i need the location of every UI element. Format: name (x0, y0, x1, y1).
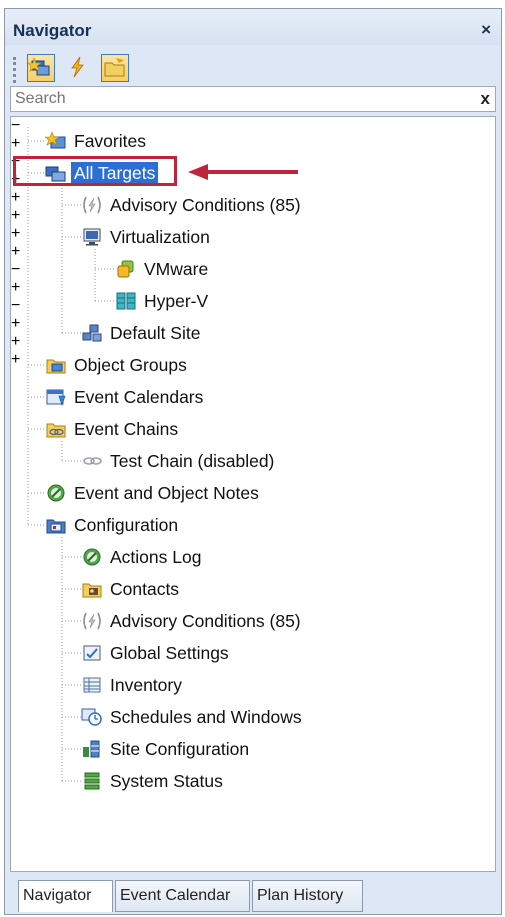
favorites-icon (45, 131, 66, 149)
tree-item-label: System Status (110, 770, 223, 791)
tree-item-site-configuration[interactable]: Site Configuration (81, 734, 252, 764)
tree-item-label: Contacts (110, 578, 180, 599)
red-arrow-icon (188, 164, 298, 180)
tree-item-vmware[interactable]: VMware (115, 254, 211, 284)
tab-event-calendar[interactable]: Event Calendar (115, 880, 250, 912)
notes-icon (47, 484, 65, 502)
tree-item-label: Advisory Conditions (85) (110, 194, 301, 215)
vmware-icon (117, 260, 134, 278)
tree-item-label: Site Configuration (110, 738, 250, 759)
targets-icon (27, 56, 50, 76)
folder-icon (104, 58, 125, 77)
global-settings-icon (83, 645, 101, 661)
tree-item-favorites[interactable]: Favorites (45, 126, 149, 156)
tree-item-test-chain[interactable]: Test Chain (disabled) (81, 446, 277, 476)
tree-item-label: Hyper-V (144, 290, 209, 311)
configuration-icon (46, 519, 66, 534)
tree-item-label: Virtualization (110, 226, 210, 247)
advisory-conditions-icon (83, 196, 101, 214)
tree-item-label: Schedules and Windows (110, 706, 302, 727)
tree-item-object-groups[interactable]: Object Groups (45, 350, 190, 380)
tree-item-label: Inventory (110, 674, 182, 695)
tree-item-contacts[interactable]: Contacts (81, 574, 182, 604)
tree-item-event-calendars[interactable]: Event Calendars (45, 382, 206, 412)
tree-item-label: Default Site (110, 322, 201, 343)
tree-item-system-status[interactable]: System Status (81, 766, 226, 796)
calendar-icon (46, 389, 66, 406)
hyperv-icon (116, 292, 136, 310)
tab-plan-history[interactable]: Plan History (252, 880, 363, 912)
schedule-icon (81, 708, 102, 726)
panel-title: Navigator (13, 21, 92, 40)
lightning-icon (71, 56, 84, 78)
object-groups-icon (46, 359, 66, 374)
tree-item-label: Event Chains (74, 418, 179, 439)
actions-log-icon (83, 548, 101, 566)
navigator-tree: Favorites − All Targets + Advisory Condi… (10, 116, 496, 872)
tree-item-actions-log[interactable]: Actions Log (81, 542, 204, 572)
toolbar-grip[interactable] (13, 57, 19, 83)
tree-item-configuration[interactable]: Configuration (45, 510, 181, 540)
tree-item-schedules-windows[interactable]: Schedules and Windows (81, 702, 305, 732)
event-chains-icon (46, 423, 66, 438)
highlight-box (13, 156, 177, 186)
targets-toolbar-button[interactable] (27, 54, 55, 82)
tree-item-label: Actions Log (110, 546, 202, 567)
tree-item-event-chains[interactable]: Event Chains (45, 414, 181, 444)
toolbar (5, 49, 501, 91)
tree-item-label: Test Chain (disabled) (110, 450, 275, 471)
tree-item-label: Configuration (74, 514, 179, 535)
site-icon (82, 324, 102, 342)
site-configuration-icon (83, 740, 100, 758)
clear-search-icon[interactable]: x (481, 89, 490, 109)
panel-titlebar: Navigator × (5, 9, 501, 45)
search-box: x (10, 86, 496, 112)
lightning-toolbar-button[interactable] (65, 54, 93, 82)
system-status-icon (84, 772, 100, 790)
tree-item-advisory-conditions[interactable]: Advisory Conditions (85) (81, 190, 304, 220)
tree-item-default-site[interactable]: Default Site (81, 318, 203, 348)
tree-item-virtualization[interactable]: Virtualization (81, 222, 213, 252)
tree-item-label: Object Groups (74, 354, 187, 375)
inventory-icon (83, 677, 101, 693)
chain-link-icon (83, 457, 102, 465)
tree-item-label: Event and Object Notes (74, 482, 259, 503)
tab-navigator[interactable]: Navigator (18, 880, 113, 912)
tree-item-global-settings[interactable]: Global Settings (81, 638, 232, 668)
close-icon[interactable]: × (481, 20, 491, 40)
tree-item-label: Event Calendars (74, 386, 204, 407)
tree-item-label: VMware (144, 258, 209, 279)
tree-item-advisory-conditions-config[interactable]: Advisory Conditions (85) (81, 606, 304, 636)
tree-item-hyperv[interactable]: Hyper-V (115, 286, 211, 316)
search-input[interactable] (15, 89, 455, 109)
advisory-conditions-icon (83, 612, 101, 630)
tree-item-label: Favorites (74, 130, 146, 151)
tree-item-inventory[interactable]: Inventory (81, 670, 185, 700)
contacts-icon (82, 583, 102, 598)
tree-item-label: Advisory Conditions (85) (110, 610, 301, 631)
tree-item-event-object-notes[interactable]: Event and Object Notes (45, 478, 262, 508)
folder-toolbar-button[interactable] (101, 54, 129, 82)
tree-item-label: Global Settings (110, 642, 229, 663)
monitor-icon (83, 228, 101, 246)
